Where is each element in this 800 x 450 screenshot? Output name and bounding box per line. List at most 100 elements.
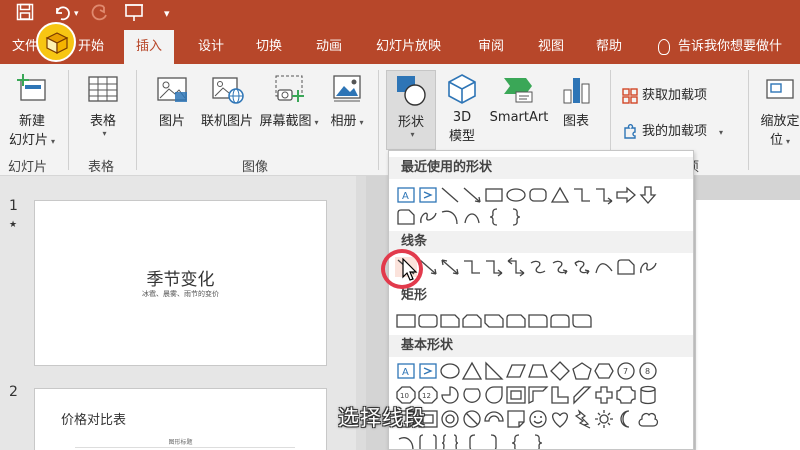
oval-shape-icon[interactable] bbox=[439, 361, 461, 381]
block-arc-shape-icon[interactable] bbox=[483, 409, 505, 429]
l-shape-icon[interactable] bbox=[549, 385, 571, 405]
elbow-arrow-connector-shape-icon[interactable] bbox=[593, 185, 615, 205]
snip-diagonal-rectangle-shape-icon[interactable] bbox=[483, 311, 505, 331]
no-symbol-shape-icon[interactable] bbox=[461, 409, 483, 429]
heart-shape-icon[interactable] bbox=[549, 409, 571, 429]
presentation-icon[interactable] bbox=[124, 3, 144, 29]
chart-button[interactable]: 图表 bbox=[554, 72, 598, 129]
curved-double-arrow-connector-shape-icon[interactable] bbox=[571, 257, 593, 277]
table-button[interactable]: 表格 ▾ bbox=[78, 72, 128, 138]
moon-shape-icon[interactable] bbox=[615, 409, 637, 429]
donut-shape-icon[interactable] bbox=[439, 409, 461, 429]
tab-home[interactable]: 开始 bbox=[78, 30, 104, 64]
arc-shape-icon[interactable] bbox=[461, 207, 483, 227]
get-addins-button[interactable]: 获取加载项 bbox=[622, 84, 707, 104]
rounded-rectangle-shape-icon[interactable] bbox=[417, 311, 439, 331]
half-frame-shape-icon[interactable] bbox=[527, 385, 549, 405]
save-icon[interactable] bbox=[16, 3, 34, 27]
round-single-corner-rectangle-shape-icon[interactable] bbox=[527, 311, 549, 331]
frame-shape-icon[interactable] bbox=[505, 385, 527, 405]
elbow-double-arrow-connector-shape-icon[interactable] bbox=[505, 257, 527, 277]
round-same-side-rectangle-shape-icon[interactable] bbox=[549, 311, 571, 331]
undo-dropdown-icon[interactable]: ▾ bbox=[74, 3, 79, 25]
tab-slideshow[interactable]: 幻灯片放映 bbox=[376, 30, 441, 64]
slide-thumbnail-1[interactable]: 季节变化 冰雹、晨雾、雨节的变价 bbox=[34, 200, 327, 366]
right-brace-shape-icon[interactable] bbox=[527, 433, 549, 449]
redo-icon[interactable] bbox=[90, 3, 110, 29]
elbow-connector-shape-icon[interactable] bbox=[571, 185, 593, 205]
zoom-button[interactable]: 缩放定 位 ▾ bbox=[756, 72, 800, 148]
photo-album-button[interactable]: 相册 ▾ bbox=[324, 72, 370, 129]
snip-round-rectangle-shape-icon[interactable] bbox=[505, 311, 527, 331]
picture-button[interactable]: 图片 bbox=[150, 72, 194, 129]
tab-view[interactable]: 视图 bbox=[538, 30, 564, 64]
my-addins-button[interactable]: 我的加载项 ▾ bbox=[622, 120, 723, 140]
slide-thumbnail-2[interactable]: 价格对比表 图形标题 bbox=[34, 388, 327, 450]
double-arrow-line-shape-icon[interactable] bbox=[439, 257, 461, 277]
elbow-connector-shape-icon[interactable] bbox=[461, 257, 483, 277]
plaque-shape-icon[interactable] bbox=[615, 385, 637, 405]
double-brace-shape-icon[interactable] bbox=[439, 433, 461, 449]
right-triangle-shape-icon[interactable] bbox=[483, 361, 505, 381]
snip-rectangle-shape-icon[interactable] bbox=[395, 207, 417, 227]
vertical-text-box-shape-icon[interactable] bbox=[417, 361, 439, 381]
right-bracket-shape-icon[interactable] bbox=[483, 433, 505, 449]
hexagon-shape-icon[interactable] bbox=[593, 361, 615, 381]
chord-shape-icon[interactable] bbox=[461, 385, 483, 405]
scribble-shape-icon[interactable] bbox=[417, 207, 439, 227]
rectangle-shape-icon[interactable] bbox=[483, 185, 505, 205]
tab-file[interactable]: 文件 bbox=[12, 30, 38, 64]
heptagon-shape-icon[interactable]: 7 bbox=[615, 361, 637, 381]
freeform-shape-icon[interactable] bbox=[615, 257, 637, 277]
down-arrow-shape-icon[interactable] bbox=[637, 185, 659, 205]
tab-insert[interactable]: 插入 bbox=[124, 30, 175, 64]
left-brace-shape-icon[interactable] bbox=[505, 433, 527, 449]
lightning-bolt-shape-icon[interactable] bbox=[571, 409, 593, 429]
trapezoid-shape-icon[interactable] bbox=[527, 361, 549, 381]
tab-animations[interactable]: 动画 bbox=[316, 30, 342, 64]
diagonal-stripe-shape-icon[interactable] bbox=[571, 385, 593, 405]
rectangle-shape-icon[interactable] bbox=[395, 311, 417, 331]
tab-review[interactable]: 审阅 bbox=[478, 30, 504, 64]
right-arrow-shape-icon[interactable] bbox=[615, 185, 637, 205]
elbow-arrow-connector-shape-icon[interactable] bbox=[483, 257, 505, 277]
folded-corner-shape-icon[interactable] bbox=[505, 409, 527, 429]
vertical-text-box-shape-icon[interactable] bbox=[417, 185, 439, 205]
smiley-face-shape-icon[interactable] bbox=[527, 409, 549, 429]
smartart-button[interactable]: SmartArt bbox=[488, 72, 550, 125]
octagon-shape-icon[interactable]: 8 bbox=[637, 361, 659, 381]
online-picture-button[interactable]: 联机图片 bbox=[196, 72, 258, 129]
arrow-line-shape-icon[interactable] bbox=[461, 185, 483, 205]
text-box-shape-icon[interactable]: A bbox=[395, 185, 417, 205]
round-diagonal-rectangle-shape-icon[interactable] bbox=[571, 311, 593, 331]
triangle-shape-icon[interactable] bbox=[549, 185, 571, 205]
tab-transitions[interactable]: 切换 bbox=[256, 30, 282, 64]
customize-toolbar-icon[interactable]: ▾ bbox=[164, 3, 170, 25]
curved-arrow-connector-shape-icon[interactable] bbox=[549, 257, 571, 277]
rounded-rectangle-shape-icon[interactable] bbox=[527, 185, 549, 205]
snip-single-corner-rectangle-shape-icon[interactable] bbox=[439, 311, 461, 331]
teardrop-shape-icon[interactable] bbox=[483, 385, 505, 405]
diamond-shape-icon[interactable] bbox=[549, 361, 571, 381]
left-bracket-shape-icon[interactable] bbox=[461, 433, 483, 449]
can-shape-icon[interactable] bbox=[637, 385, 659, 405]
slide-canvas[interactable] bbox=[696, 200, 800, 450]
sun-shape-icon[interactable] bbox=[593, 409, 615, 429]
3d-model-button[interactable]: 3D 模型 bbox=[440, 72, 484, 144]
curve-shape-icon[interactable] bbox=[439, 207, 461, 227]
scribble-shape-icon[interactable] bbox=[637, 257, 659, 277]
shapes-button[interactable]: 形状 ▾ bbox=[386, 70, 436, 150]
line-shape-icon[interactable] bbox=[439, 185, 461, 205]
oval-shape-icon[interactable] bbox=[505, 185, 527, 205]
tab-help[interactable]: 帮助 bbox=[596, 30, 622, 64]
plus-shape-icon[interactable] bbox=[593, 385, 615, 405]
parallelogram-shape-icon[interactable] bbox=[505, 361, 527, 381]
pie-shape-icon[interactable] bbox=[439, 385, 461, 405]
tab-design[interactable]: 设计 bbox=[198, 30, 224, 64]
curve-shape-icon[interactable] bbox=[593, 257, 615, 277]
curved-connector-shape-icon[interactable] bbox=[527, 257, 549, 277]
left-brace-shape-icon[interactable] bbox=[483, 207, 505, 227]
tell-me-search[interactable]: 告诉我你想要做什 bbox=[658, 30, 782, 64]
triangle-shape-icon[interactable] bbox=[461, 361, 483, 381]
arc-shape-icon[interactable] bbox=[395, 433, 417, 449]
